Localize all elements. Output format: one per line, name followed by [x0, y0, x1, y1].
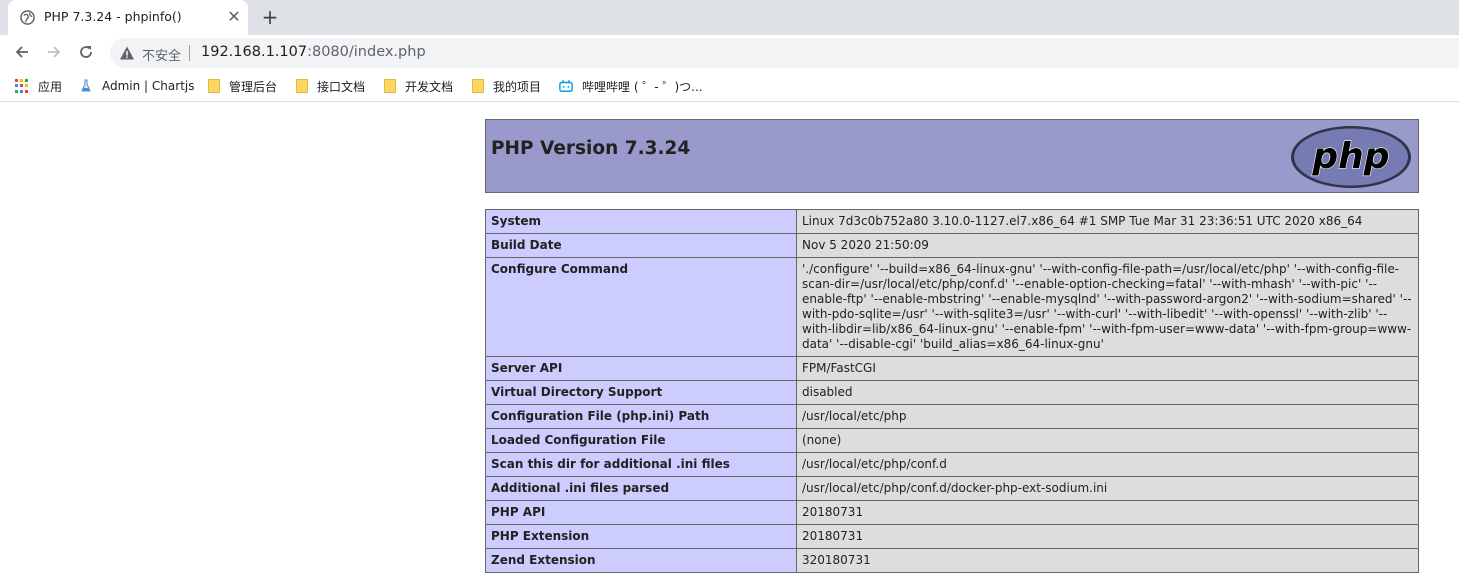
forward-button[interactable] — [43, 41, 65, 63]
bilibili-icon — [559, 79, 573, 92]
info-value: /usr/local/etc/php/conf.d/docker-php-ext… — [796, 476, 1419, 501]
page-title: PHP Version 7.3.24 — [491, 138, 691, 159]
apps-icon — [15, 79, 29, 93]
bookmark-chartjs[interactable]: Admin | Chartjs — [79, 76, 194, 96]
php-logo-text: php — [1311, 136, 1389, 177]
table-row: PHP Extension 20180731 — [485, 524, 1419, 549]
info-value: './configure' '--build=x86_64-linux-gnu'… — [796, 257, 1419, 357]
bookmark-label: 接口文档 — [317, 79, 366, 94]
bookmark-label: 开发文档 — [405, 79, 454, 94]
bookmarks-bar: 应用 Admin | Chartjs 管理后台 接口文档 开发文档 我的项目 哔… — [0, 70, 1459, 102]
info-key: Virtual Directory Support — [485, 380, 797, 405]
bookmark-folder-my-projects[interactable]: 我的项目 — [472, 76, 541, 96]
url-host: 192.168.1.107 — [201, 44, 308, 60]
bookmark-folder-admin[interactable]: 管理后台 — [208, 76, 277, 96]
chartjs-icon — [81, 79, 91, 92]
arrow-right-icon — [48, 46, 61, 58]
bookmark-label: Admin | Chartjs — [102, 79, 195, 93]
reload-button[interactable] — [75, 41, 97, 63]
info-key: Additional .ini files parsed — [485, 476, 797, 501]
info-key: PHP Extension — [485, 524, 797, 549]
omnibox-separator — [189, 45, 190, 61]
address-bar[interactable]: 不安全 192.168.1.107:8080/index.php — [110, 38, 1459, 68]
table-row: Configure Command './configure' '--build=… — [485, 257, 1419, 357]
info-key: Configuration File (php.ini) Path — [485, 404, 797, 429]
table-row: Configuration File (php.ini) Path/usr/lo… — [485, 404, 1419, 429]
php-logo[interactable]: php — [1290, 125, 1412, 189]
info-value: 20180731 — [796, 524, 1419, 549]
bookmark-label: 我的项目 — [493, 79, 542, 94]
info-value: /usr/local/etc/php — [796, 404, 1419, 429]
info-key: Zend Extension — [485, 548, 797, 573]
folder-icon — [296, 79, 308, 93]
info-value: Nov 5 2020 21:50:09 — [796, 233, 1419, 258]
info-value: 320180731 — [796, 548, 1419, 573]
folder-icon — [208, 79, 220, 93]
info-key: Configure Command — [485, 257, 797, 357]
warning-icon[interactable] — [119, 45, 135, 61]
folder-icon — [472, 79, 484, 93]
url-text[interactable]: 192.168.1.107:8080/index.php — [201, 44, 426, 60]
table-row: Virtual Directory Support disabled — [485, 380, 1419, 405]
info-key: PHP API — [485, 500, 797, 525]
info-value: /usr/local/etc/php/conf.d — [796, 452, 1419, 477]
info-key: Server API — [485, 356, 797, 381]
info-key: System — [485, 209, 797, 234]
close-tab-icon[interactable]: ✕ — [226, 9, 242, 25]
active-tab[interactable]: PHP 7.3.24 - phpinfo() ✕ — [8, 0, 248, 35]
table-row: PHP API 20180731 — [485, 500, 1419, 525]
browser-toolbar: 不安全 192.168.1.107:8080/index.php — [0, 35, 1459, 70]
info-value: 20180731 — [796, 500, 1419, 525]
reload-icon — [80, 46, 92, 58]
tab-title: PHP 7.3.24 - phpinfo() — [44, 9, 182, 24]
table-row: Server API FPM/FastCGI — [485, 356, 1419, 381]
arrow-left-icon — [15, 46, 28, 58]
info-key: Loaded Configuration File — [485, 428, 797, 453]
table-row: Build Date Nov 5 2020 21:50:09 — [485, 233, 1419, 258]
new-tab-button[interactable]: + — [259, 6, 281, 28]
bookmark-folder-api-docs[interactable]: 接口文档 — [296, 76, 365, 96]
info-key: Scan this dir for additional .ini files — [485, 452, 797, 477]
info-value: FPM/FastCGI — [796, 356, 1419, 381]
info-value: disabled — [796, 380, 1419, 405]
bookmark-bilibili[interactable]: 哔哩哔哩 ( ゜- ゜)つ... — [559, 76, 703, 96]
bookmark-apps[interactable]: 应用 — [15, 76, 62, 96]
bookmark-label: 管理后台 — [229, 79, 278, 94]
table-row: Scan this dir for additional .ini files /… — [485, 452, 1419, 477]
bookmark-label: 哔哩哔哩 ( ゜- ゜)つ... — [582, 79, 703, 94]
tab-strip: PHP 7.3.24 - phpinfo() ✕ + — [0, 0, 1459, 35]
info-key: Build Date — [485, 233, 797, 258]
back-button[interactable] — [11, 41, 33, 63]
table-row: Additional .ini files parsed/usr/local/e… — [485, 476, 1419, 501]
table-row: System Linux 7d3c0b752a80 3.10.0-1127.el7… — [485, 209, 1419, 234]
bookmark-label: 应用 — [38, 79, 63, 94]
folder-icon — [384, 79, 396, 93]
php-version-header: PHP Version 7.3.24 php — [485, 119, 1419, 193]
url-path: :8080/index.php — [307, 44, 426, 60]
info-value: (none) — [796, 428, 1419, 453]
not-secure-label[interactable]: 不安全 — [142, 45, 181, 64]
bookmark-folder-dev-docs[interactable]: 开发文档 — [384, 76, 453, 96]
page-content: PHP Version 7.3.24 php System Linux 7d3c0… — [0, 103, 1459, 577]
table-row: Zend Extension 320180731 — [485, 548, 1419, 573]
info-value: Linux 7d3c0b752a80 3.10.0-1127.el7.x86_6… — [796, 209, 1419, 234]
globe-icon — [20, 10, 35, 25]
php-info-table: System Linux 7d3c0b752a80 3.10.0-1127.el7… — [485, 209, 1419, 573]
table-row: Loaded Configuration File (none) — [485, 428, 1419, 453]
